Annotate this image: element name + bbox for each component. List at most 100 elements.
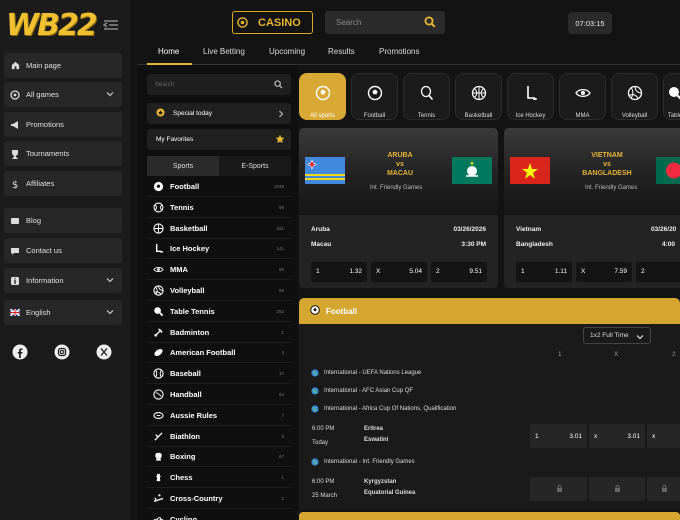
nav-results[interactable]: Results: [328, 47, 355, 56]
mma-icon: [152, 264, 164, 276]
match-team1[interactable]: Eritrea: [364, 426, 383, 432]
nav-upcoming[interactable]: Upcoming: [269, 47, 305, 56]
odds-button-2[interactable]: 2 9.51: [431, 262, 487, 282]
match-date: 03/26/2026: [453, 226, 486, 233]
casino-button[interactable]: CASINO: [232, 11, 313, 34]
sport-item-basketball[interactable]: Basketball 161: [147, 219, 291, 239]
match-team2[interactable]: Equatorial Guinea: [364, 490, 415, 496]
allsports-icon: [315, 85, 331, 106]
sport-item-cycling[interactable]: Cycling: [147, 510, 291, 520]
league-row[interactable]: International - Int. Friendly Games: [311, 458, 415, 466]
globe-icon: [311, 405, 319, 413]
column-header-2: 2: [672, 351, 676, 358]
odds-button-x[interactable]: x 3.01: [589, 424, 645, 448]
league-row[interactable]: International - AFC Asian Cup QF: [311, 387, 413, 395]
featured-match-card[interactable]: VIETNAM vs BANGLADESH Int. Friendly Game…: [504, 128, 680, 288]
tab-esports[interactable]: E-Sports: [219, 156, 291, 176]
sport-item-table-tennis[interactable]: Table Tennis 252: [147, 302, 291, 322]
language-selector[interactable]: English: [4, 300, 122, 325]
instagram-icon[interactable]: [53, 343, 71, 361]
sport-item-biathlon[interactable]: Biathlon 3: [147, 427, 291, 447]
sidebar-item-information[interactable]: Information: [4, 268, 122, 293]
sport-name: Biathlon: [170, 431, 200, 441]
sport-name: Boxing: [170, 452, 196, 462]
sport-tile-all-sports[interactable]: All sports: [299, 73, 346, 120]
sidebar-item-all-games[interactable]: All games: [4, 82, 122, 107]
sport-item-tennis[interactable]: Tennis 96: [147, 198, 291, 218]
sport-item-mma[interactable]: MMA 60: [147, 260, 291, 281]
nav-live-betting[interactable]: Live Betting: [203, 47, 245, 56]
sidebar-item-label: Blog: [26, 216, 42, 225]
sidebar-item-blog[interactable]: Blog: [4, 208, 122, 233]
sport-item-handball[interactable]: Handball 64: [147, 385, 291, 405]
facebook-icon[interactable]: [11, 343, 29, 361]
league-row[interactable]: International - UEFA Nations League: [311, 369, 421, 377]
league-name: International - Int. Friendly Games: [324, 459, 415, 465]
sport-item-cross-country[interactable]: Cross-Country 1: [147, 489, 291, 509]
brand-logo[interactable]: WB22: [6, 8, 98, 43]
sidebar-item-contact-us[interactable]: Contact us: [4, 238, 122, 263]
sport-tile-basketball[interactable]: Basketball: [455, 73, 502, 120]
sport-tile-mma[interactable]: MMA: [559, 73, 606, 120]
sport-tile-label: Tennis: [417, 113, 436, 119]
sidebar-item-main-page[interactable]: Main page: [4, 53, 122, 78]
sidebar-item-tournaments[interactable]: Tournaments: [4, 141, 122, 166]
header-search-input[interactable]: Search: [325, 11, 445, 34]
odds-button-1[interactable]: 1 1.32: [311, 262, 367, 282]
sport-tile-table[interactable]: Table: [663, 73, 680, 120]
lock-icon: [614, 485, 621, 494]
casino-label: CASINO: [258, 16, 301, 29]
special-today-item[interactable]: Special today: [147, 103, 291, 124]
match-time: 4:00: [662, 241, 676, 248]
sport-tile-tennis[interactable]: Tennis: [403, 73, 450, 120]
sport-item-boxing[interactable]: Boxing 67: [147, 447, 291, 468]
league-row[interactable]: International - Africa Cup Of Nations, Q…: [311, 405, 456, 413]
football-section-header[interactable]: Football: [299, 298, 680, 324]
odds-button-2[interactable]: x: [647, 424, 680, 448]
football-icon: [152, 181, 164, 193]
market-select[interactable]: 1x2 Full Time: [583, 327, 651, 344]
sport-item-american-football[interactable]: American Football 4: [147, 343, 291, 364]
sidebar-item-affiliates[interactable]: $ Affiliates: [4, 171, 122, 196]
next-section-header[interactable]: [299, 512, 680, 520]
sidebar-item-promotions[interactable]: Promotions: [4, 112, 122, 137]
sidebar-item-label: Promotions: [26, 120, 64, 129]
match-time: 6:00 PM: [312, 426, 335, 432]
match-team1[interactable]: Kyrgyzstan: [364, 479, 396, 485]
sport-item-chess[interactable]: Chess 1: [147, 468, 291, 489]
sidebar-item-label: Tournaments: [26, 149, 70, 158]
sport-item-badminton[interactable]: Badminton 1: [147, 323, 291, 343]
sport-item-ice-hockey[interactable]: Ice Hockey 141: [147, 239, 291, 260]
sports-search-input[interactable]: Search: [147, 74, 291, 95]
sport-item-baseball[interactable]: Baseball 17: [147, 364, 291, 385]
chevron-down-icon: [106, 90, 114, 98]
search-icon[interactable]: [424, 16, 436, 28]
sport-tile-label: Table: [667, 113, 680, 119]
match-team2[interactable]: Eswatini: [364, 437, 388, 443]
sport-name: Ice Hockey: [170, 244, 210, 254]
tennis-icon: [152, 201, 164, 213]
odds-button-x[interactable]: X 5.04: [371, 262, 427, 282]
odds-button-1[interactable]: 1 1.11: [516, 262, 572, 282]
my-favorites-item[interactable]: My Favorites: [147, 129, 291, 150]
tab-sports[interactable]: Sports: [147, 156, 219, 176]
handball-icon: [152, 389, 164, 401]
sport-item-aussie-rules[interactable]: Aussie Rules 7: [147, 406, 291, 426]
featured-match-card[interactable]: ARUBA vs MACAU Int. Friendly Games Aruba…: [299, 128, 498, 288]
sport-count: 4: [281, 350, 284, 356]
sport-name: Football: [170, 182, 200, 191]
sport-tile-ice-hockey[interactable]: Ice Hockey: [507, 73, 554, 120]
collapse-menu-icon[interactable]: [102, 18, 119, 34]
odds-button-2[interactable]: 220: [636, 262, 680, 282]
search-icon[interactable]: [274, 80, 283, 89]
sport-tile-volleyball[interactable]: Volleyball: [611, 73, 658, 120]
sport-item-football[interactable]: Football 1046: [147, 177, 291, 197]
nav-home[interactable]: Home: [158, 47, 179, 56]
sport-tile-football[interactable]: Football: [351, 73, 398, 120]
odds-button-locked: [530, 477, 587, 501]
x-twitter-icon[interactable]: [95, 343, 113, 361]
odds-button-1[interactable]: 1 3.01: [530, 424, 587, 448]
sport-item-volleyball[interactable]: Volleyball 56: [147, 281, 291, 301]
odds-button-x[interactable]: X 7.59: [576, 262, 632, 282]
nav-promotions[interactable]: Promotions: [379, 47, 419, 56]
